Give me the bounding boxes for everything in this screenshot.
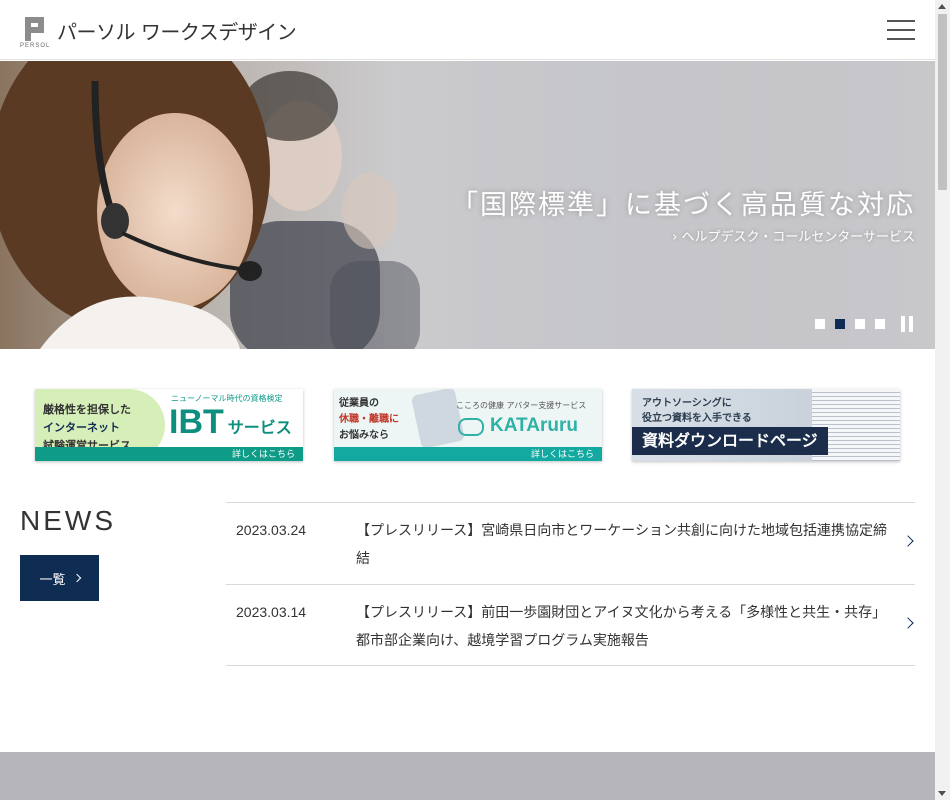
news-heading: NEWS (20, 505, 116, 536)
page-scrollbar[interactable] (935, 0, 950, 800)
news-item[interactable]: 2023.03.24 【プレスリリース】宮崎県日向市とワーケーション共創に向けた… (226, 502, 915, 584)
hero-title: 「国際標準」に基づく高品質な対応 (451, 190, 915, 221)
news-item[interactable]: 2023.03.14 【プレスリリース】前田一歩園財団とアイヌ文化から考える「多… (226, 584, 915, 666)
ibt-line-1: 厳格性を担保した (43, 403, 131, 416)
download-banner[interactable]: アウトソーシングに 役立つ資料を入手できる 資料ダウンロードページ (632, 389, 900, 461)
phone-illustration (410, 389, 466, 449)
slider-dot-4[interactable] (875, 319, 885, 329)
kataruru-line-1: 従業員の (339, 398, 379, 409)
ibt-line-2: インターネット (43, 421, 120, 434)
kataruru-line-3: お悩みなら (339, 430, 389, 441)
chevron-right-icon (902, 617, 914, 629)
scroll-down-arrow-icon[interactable] (938, 791, 946, 796)
footer-band (0, 752, 935, 800)
news-all-label: 一覧 (39, 572, 66, 588)
hero-slider: 「国際標準」に基づく高品質な対応 › ヘルプデスク・コールセンターサービス (0, 61, 935, 349)
scroll-up-arrow-icon[interactable] (938, 4, 946, 9)
kataruru-brand: KATAruru (490, 415, 578, 436)
site-header: PERSOL パーソル ワークスデザイン (0, 0, 935, 60)
kataruru-line-2: 休職・離職に (339, 414, 399, 425)
kataruru-tag: こころの健康 アバター支援サービス (456, 401, 587, 410)
download-cta: 資料ダウンロードページ (632, 427, 828, 455)
scroll-thumb[interactable] (938, 14, 947, 190)
chevron-right-icon (72, 573, 81, 583)
hero-service-link[interactable]: › ヘルプデスク・コールセンターサービス (672, 226, 915, 245)
slider-dots (815, 319, 885, 329)
ibt-brand-suffix: サービス (227, 418, 292, 437)
news-text: 【プレスリリース】宮崎県日向市とワーケーション共創に向けた地域包括連携協定締結 (356, 523, 888, 567)
news-text: 【プレスリリース】前田一歩園財団とアイヌ文化から考える「多様性と共生・共存」 都… (356, 605, 887, 649)
slider-dot-2[interactable] (835, 319, 845, 329)
news-date: 2023.03.24 (236, 522, 307, 538)
ibt-service-banner[interactable]: 厳格性を担保した インターネット 試験運営サービス ニューノーマル時代の資格検定… (35, 389, 303, 461)
ibt-brand: IBT (169, 403, 224, 441)
news-list: 2023.03.24 【プレスリリース】宮崎県日向市とワーケーション共創に向けた… (226, 502, 915, 666)
logo-sub-text: PERSOL (20, 43, 51, 49)
chat-bubble-icon (458, 418, 484, 436)
persol-logo-icon: PERSOL (20, 16, 50, 50)
slider-dot-1[interactable] (815, 319, 825, 329)
download-line-1: アウトソーシングに (642, 398, 732, 409)
pause-icon[interactable] (901, 316, 913, 332)
kataruru-banner[interactable]: 従業員の 休職・離職に お悩みなら こころの健康 アバター支援サービス KATA… (334, 389, 602, 461)
logo-text: パーソル ワークスデザイン (57, 20, 297, 44)
ibt-more-link: 詳しくはこちら (231, 450, 295, 460)
hamburger-menu-icon[interactable] (887, 20, 915, 40)
download-line-2: 役立つ資料を入手できる (642, 413, 752, 424)
slider-dot-3[interactable] (855, 319, 865, 329)
chevron-right-icon (902, 535, 914, 547)
news-date: 2023.03.14 (236, 604, 307, 620)
news-all-button[interactable]: 一覧 (20, 555, 99, 601)
persol-logo[interactable]: PERSOL パーソル ワークスデザイン (20, 16, 297, 50)
kataruru-more-link: 詳しくはこちら (530, 450, 594, 460)
